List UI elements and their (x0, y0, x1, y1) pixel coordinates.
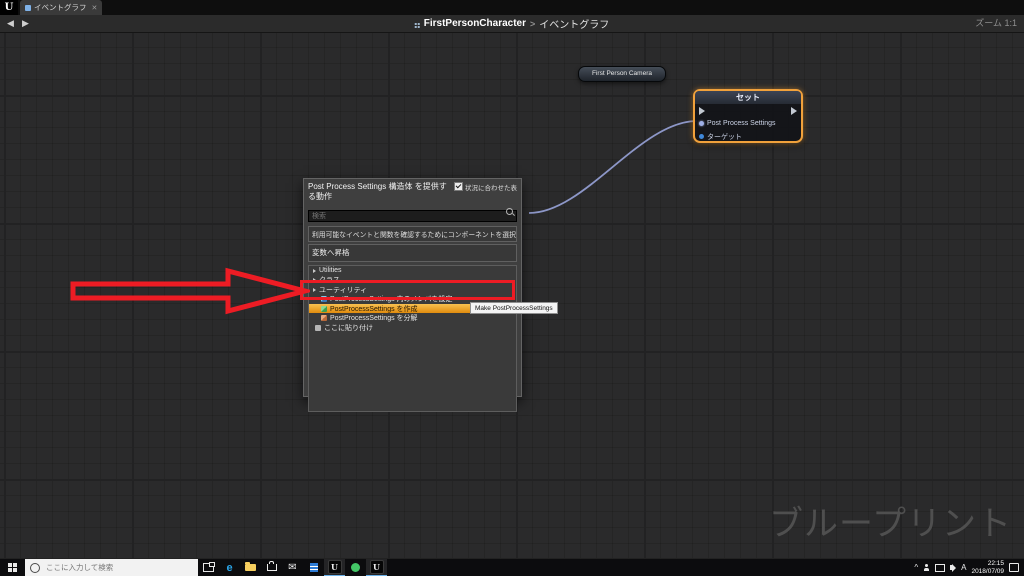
back-arrow-icon[interactable]: ◀ (7, 15, 14, 32)
action-break-postprocesssettings[interactable]: PostProcessSettings を分解 (309, 313, 516, 323)
blueprint-action-menu: Post Process Settings 構造体 を提供する動作 状況に合わせ… (303, 178, 522, 412)
context-sensitive-toggle[interactable]: 状況に合わせた表示 (454, 182, 517, 203)
task-view-button[interactable] (198, 559, 219, 576)
breadcrumb-root[interactable]: FirstPersonCharacter (424, 18, 526, 29)
tab-label: イベントグラフ (34, 3, 87, 12)
expand-arrow-icon[interactable] (313, 268, 316, 273)
node-set[interactable]: セット Post Process Settings ターゲット (693, 89, 803, 143)
edge-icon: e (226, 561, 233, 574)
promote-to-variable-item[interactable]: 変数へ昇格 (308, 243, 517, 262)
tab-event-graph[interactable]: イベントグラフ ✕ (20, 0, 103, 15)
context-sensitive-label: 状況に合わせた表示 (465, 185, 517, 192)
folder-icon (245, 562, 256, 571)
people-icon[interactable] (923, 564, 930, 571)
unreal-editor-button-1[interactable]: U (324, 559, 345, 576)
breadcrumb-current[interactable]: イベントグラフ (539, 16, 609, 31)
system-tray: ^ A 22:15 2018/07/09 (914, 559, 1024, 576)
checkbox-checked-icon[interactable] (454, 182, 463, 191)
taskbar-search[interactable] (25, 559, 198, 576)
task-view-icon (203, 562, 215, 572)
network-icon[interactable] (935, 563, 946, 572)
breadcrumb: FirstPersonCharacter > イベントグラフ (414, 15, 609, 32)
action-label: ここに貼り付け (324, 324, 373, 332)
blueprint-icon (414, 22, 417, 25)
paste-icon (315, 324, 321, 331)
unreal-icon: U (327, 560, 342, 574)
unreal-editor-button-2[interactable]: U (366, 559, 387, 576)
graph-toolbar: ◀ ▶ FirstPersonCharacter > イベントグラフ ズーム 1… (0, 15, 1024, 33)
action-paste-here[interactable]: ここに貼り付け (309, 323, 516, 333)
blueprint-watermark: ブループリント (769, 505, 1012, 543)
action-menu-header: Post Process Settings 構造体 を提供する動作 状況に合わせ… (304, 179, 521, 203)
expand-arrow-icon[interactable] (313, 287, 316, 292)
expand-arrow-icon[interactable] (313, 278, 316, 283)
category-class[interactable]: クラス (309, 275, 516, 285)
category-label: Utilities (319, 267, 342, 275)
speaker-icon[interactable] (950, 563, 957, 572)
node-first-person-camera[interactable]: First Person Camera (578, 66, 666, 82)
search-icon (506, 207, 513, 215)
action-label: PostProcessSettings 内のメンバを設定 (330, 296, 453, 304)
action-menu-title: Post Process Settings 構造体 を提供する動作 (308, 182, 447, 202)
start-button[interactable] (0, 559, 25, 576)
graph-tab-icon (25, 4, 31, 11)
file-explorer-button[interactable] (240, 559, 261, 576)
exec-pin-row (695, 104, 801, 117)
exec-out-pin-icon[interactable] (791, 106, 797, 115)
pin-row-target[interactable]: ターゲット (695, 130, 801, 143)
document-app-button[interactable] (303, 559, 324, 576)
tray-date: 2018/07/09 (971, 567, 1004, 575)
action-label: PostProcessSettings を分解 (330, 315, 418, 323)
unreal-icon: U (369, 560, 384, 574)
set-node-title[interactable]: セット (695, 91, 801, 104)
component-hint-row[interactable]: 利用可能なイベントと関数を確認するためにコンポーネントを選択 (308, 225, 517, 242)
green-app-button[interactable] (345, 559, 366, 576)
green-app-icon (351, 563, 360, 572)
action-label: PostProcessSettings を作成 (330, 305, 418, 313)
tray-time: 22:15 (987, 559, 1004, 567)
document-app-icon (309, 563, 318, 572)
cortana-icon (30, 562, 40, 573)
category-label: ユーティリティ (319, 286, 368, 294)
taskbar-search-input[interactable] (44, 562, 168, 573)
taskbar-clock[interactable]: 22:15 2018/07/09 (971, 560, 1004, 576)
unreal-logo: U (0, 0, 18, 15)
action-center-icon[interactable] (1009, 563, 1019, 572)
pin-label: ターゲット (707, 133, 742, 141)
edge-button[interactable]: e (219, 559, 240, 576)
ime-indicator[interactable]: A (961, 563, 966, 572)
action-tooltip: Make PostProcessSettings (470, 302, 558, 314)
tab-close-icon[interactable]: ✕ (92, 4, 98, 12)
store-button[interactable] (261, 559, 282, 576)
store-bag-icon (266, 561, 277, 571)
category-label: クラス (319, 277, 340, 285)
struct-pin-icon[interactable] (699, 121, 704, 126)
category-utilities[interactable]: Utilities (309, 266, 516, 276)
mail-icon: ✉ (288, 562, 297, 573)
chevron-up-icon[interactable]: ^ (914, 563, 918, 572)
action-list: Utilities クラス ユーティリティ PostProcessSetting… (308, 264, 517, 412)
zoom-level: ズーム 1:1 (975, 18, 1017, 28)
mail-button[interactable]: ✉ (282, 559, 303, 576)
windows-taskbar: e ✉ U U ^ A 22:15 2018/07/09 (0, 558, 1024, 576)
action-search (308, 205, 517, 223)
window-tab-bar: U イベントグラフ ✕ (0, 0, 1024, 15)
struct-node-icon (321, 296, 327, 303)
search-input[interactable] (308, 210, 517, 223)
breadcrumb-separator: > (530, 18, 536, 29)
pin-row-post-process-settings[interactable]: Post Process Settings (695, 117, 801, 130)
category-utility[interactable]: ユーティリティ (309, 285, 516, 295)
exec-in-pin-icon[interactable] (699, 106, 705, 115)
forward-arrow-icon[interactable]: ▶ (22, 15, 29, 32)
object-pin-icon[interactable] (699, 134, 704, 139)
pin-label: Post Process Settings (707, 120, 776, 127)
make-struct-icon (321, 305, 327, 312)
windows-logo-icon (8, 563, 17, 572)
break-struct-icon (321, 315, 327, 322)
